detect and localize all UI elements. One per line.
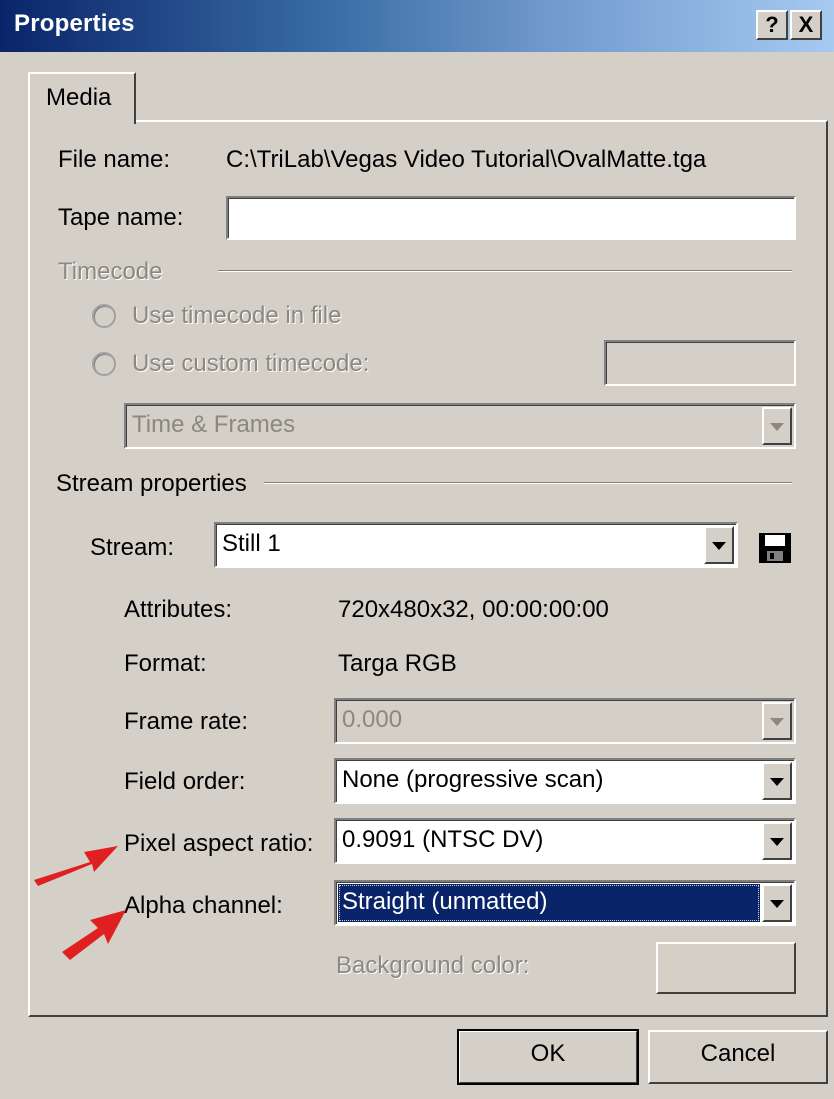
annotation-arrow-alpha-channel: [62, 910, 126, 960]
background-color-label: Background color:: [336, 952, 530, 979]
field-order-dropdown-button[interactable]: [762, 762, 792, 800]
field-order-select[interactable]: None (progressive scan): [334, 758, 796, 804]
ok-button[interactable]: OK: [457, 1029, 639, 1085]
frame-rate-value: 0.000: [342, 706, 403, 733]
chevron-down-icon: [712, 542, 726, 550]
annotation-arrow-pixel-aspect: [34, 846, 118, 886]
stream-value: Still 1: [222, 530, 281, 557]
frame-rate-select[interactable]: 0.000: [334, 698, 796, 744]
window-title: Properties: [14, 10, 135, 37]
attributes-value: 720x480x32, 00:00:00:00: [338, 596, 609, 623]
alpha-channel-select[interactable]: Straight (unmatted): [334, 880, 796, 926]
timecode-group-label: Timecode: [58, 258, 163, 285]
timecode-format-value: Time & Frames: [132, 411, 296, 438]
chevron-down-icon: [770, 838, 784, 846]
tape-name-label: Tape name:: [58, 204, 184, 231]
stream-dropdown-button[interactable]: [704, 526, 734, 564]
chevron-down-icon: [770, 778, 784, 786]
pixel-aspect-ratio-dropdown-button[interactable]: [762, 822, 792, 860]
background-color-button[interactable]: [656, 942, 796, 994]
pixel-aspect-ratio-select[interactable]: 0.9091 (NTSC DV): [334, 818, 796, 864]
help-button[interactable]: ?: [756, 10, 788, 40]
tape-name-input[interactable]: [226, 196, 796, 240]
frame-rate-dropdown-button[interactable]: [762, 702, 792, 740]
help-icon: ?: [765, 12, 779, 37]
save-stream-icon: [759, 533, 791, 563]
ok-button-label: OK: [530, 1040, 566, 1067]
tab-media[interactable]: Media: [28, 72, 136, 124]
alpha-channel-value: Straight (unmatted): [342, 888, 548, 915]
tab-media-label: Media: [46, 84, 112, 111]
field-order-value: None (progressive scan): [342, 766, 604, 793]
frame-rate-label: Frame rate:: [124, 708, 249, 735]
floppy-disk-icon[interactable]: [758, 532, 792, 564]
use-custom-timecode-label: Use custom timecode:: [132, 350, 370, 377]
attributes-label: Attributes:: [124, 596, 233, 623]
alpha-channel-label: Alpha channel:: [124, 892, 283, 919]
use-timecode-in-file-radio[interactable]: [92, 304, 116, 328]
pixel-aspect-ratio-value: 0.9091 (NTSC DV): [342, 826, 544, 853]
alpha-channel-dropdown-button[interactable]: [762, 884, 792, 922]
chevron-down-icon: [770, 900, 784, 908]
timecode-separator: [218, 270, 792, 272]
format-value: Targa RGB: [338, 650, 457, 677]
format-label: Format:: [124, 650, 207, 677]
stream-select[interactable]: Still 1: [214, 522, 738, 568]
cancel-button-label: Cancel: [700, 1040, 776, 1067]
cancel-button[interactable]: Cancel: [648, 1030, 828, 1084]
close-icon: X: [798, 12, 814, 37]
stream-label: Stream:: [90, 534, 175, 561]
chevron-down-icon: [770, 718, 784, 726]
use-timecode-in-file-label: Use timecode in file: [132, 302, 342, 329]
chevron-down-icon: [770, 423, 784, 431]
pixel-aspect-ratio-label: Pixel aspect ratio:: [124, 830, 314, 857]
file-name-label: File name:: [58, 146, 171, 173]
timecode-format-dropdown-button[interactable]: [762, 407, 792, 445]
file-name-value: C:\TriLab\Vegas Video Tutorial\OvalMatte…: [226, 146, 707, 173]
field-order-label: Field order:: [124, 768, 246, 795]
timecode-format-select[interactable]: Time & Frames: [124, 403, 796, 449]
close-button[interactable]: X: [790, 10, 822, 40]
stream-properties-group-label: Stream properties: [56, 470, 247, 497]
custom-timecode-input[interactable]: [604, 340, 796, 386]
stream-properties-separator: [264, 482, 792, 484]
use-custom-timecode-radio[interactable]: [92, 352, 116, 376]
